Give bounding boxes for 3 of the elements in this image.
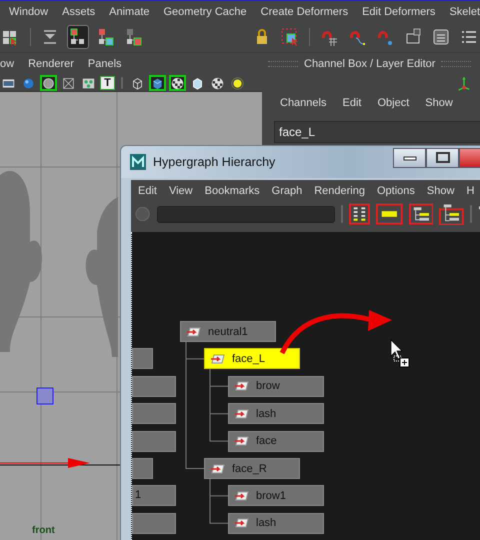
camera-label: front	[32, 525, 55, 536]
window-title: Hypergraph Hierarchy	[153, 155, 276, 169]
panel-title: Channel Box / Layer Editor	[304, 58, 436, 70]
